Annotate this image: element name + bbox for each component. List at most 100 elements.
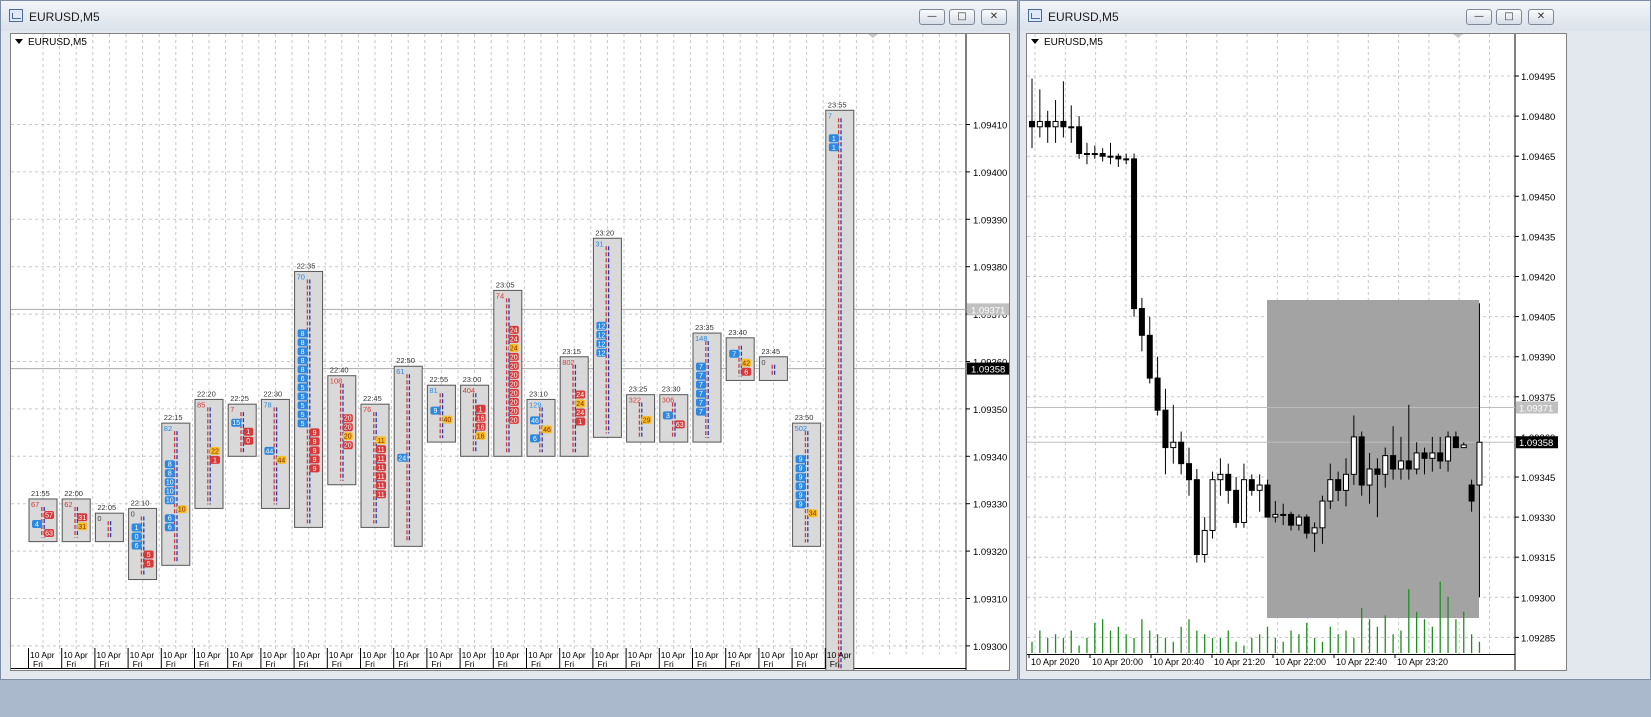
- footprint-cluster[interactable]: 23:10 129 46 46 6: [526, 389, 556, 457]
- candle[interactable]: [1076, 116, 1083, 159]
- cluster-volume-label: 67: [31, 500, 39, 509]
- cluster-cell-value: 12: [598, 332, 606, 339]
- cluster-cell-value: 5: [301, 394, 305, 401]
- cluster-cell-value: 1: [246, 429, 250, 436]
- footprint-cluster[interactable]: 22:25 7 15 1 0: [227, 394, 257, 457]
- candle[interactable]: [1099, 148, 1106, 162]
- left-titlebar[interactable]: EURUSD,M5 — □ ✕: [1, 1, 1017, 31]
- cluster-cell-value: 1: [578, 419, 582, 426]
- candle[interactable]: [1256, 474, 1263, 512]
- footprint-cluster[interactable]: 23:35 148 7 7 7 7 7 7: [692, 323, 722, 443]
- candle[interactable]: [1225, 463, 1232, 504]
- candlestick-chart-canvas[interactable]: 1.09495 1.09480 1.09465 1.09450 1.09435 1.094…: [1027, 34, 1567, 671]
- candle[interactable]: [1115, 153, 1122, 167]
- candle[interactable]: [1186, 447, 1192, 496]
- footprint-cluster[interactable]: 22:20 85 22 1: [194, 389, 224, 509]
- candle[interactable]: [1068, 105, 1075, 143]
- symbol-menu[interactable]: EURUSD,M5: [15, 37, 87, 48]
- footprint-cluster[interactable]: 22:15 82 8 8 10 10 10 10 6 6: [161, 413, 191, 566]
- cluster-volume-label: 78: [263, 400, 271, 409]
- candle[interactable]: [1264, 479, 1271, 518]
- cluster-volume-label: 148: [695, 334, 708, 343]
- right-titlebar[interactable]: EURUSD,M5 — □ ✕: [1020, 1, 1650, 31]
- footprint-cluster[interactable]: 23:30 306 3 63: [659, 385, 689, 443]
- chart-shift-marker[interactable]: [868, 34, 878, 38]
- candle[interactable]: [1248, 474, 1255, 496]
- candle[interactable]: [1162, 388, 1169, 475]
- candle[interactable]: [1107, 142, 1114, 165]
- candle[interactable]: [1146, 316, 1153, 384]
- candle[interactable]: [1138, 297, 1145, 352]
- candle[interactable]: [1083, 142, 1090, 165]
- cluster-cell-value: 20: [344, 443, 352, 450]
- footprint-cluster[interactable]: 23:20 31 12 12 12 12: [592, 228, 622, 438]
- cluster-chart-canvas[interactable]: 1.094101.094001.093901.093801.093701.093…: [11, 34, 1010, 671]
- maximize-button[interactable]: □: [949, 9, 975, 25]
- candle[interactable]: [1209, 471, 1216, 539]
- cluster-time-label: 22:40: [330, 366, 349, 375]
- candle[interactable]: [1131, 153, 1138, 317]
- symbol-menu[interactable]: EURUSD,M5: [1031, 37, 1103, 48]
- footprint-cluster[interactable]: 22:30 78 44 44: [260, 389, 290, 509]
- right-chart-window[interactable]: EURUSD,M5 — □ ✕ 1.09495 1.09480 1.09465 1.0…: [1019, 0, 1651, 680]
- cluster-time-label: 22:45: [363, 394, 382, 403]
- footprint-cluster[interactable]: 23:45 0: [758, 347, 788, 381]
- footprint-cluster[interactable]: 23:40 7 42 6: [725, 328, 755, 381]
- footprint-cluster[interactable]: 22:45 76 11 11 11 11 11 11 11: [360, 394, 390, 528]
- time-axis-day-label: Fri: [299, 659, 309, 669]
- candle[interactable]: [1036, 89, 1043, 138]
- cluster-volume-label: 7: [230, 405, 234, 414]
- footprint-cluster[interactable]: 21:55 67 57 4 63: [28, 489, 58, 543]
- dropdown-arrow-icon[interactable]: [15, 39, 23, 44]
- candle[interactable]: [1052, 100, 1059, 143]
- candle[interactable]: [1029, 78, 1035, 149]
- maximize-button[interactable]: □: [1496, 9, 1522, 25]
- footprint-cluster[interactable]: 22:50 61 24: [393, 356, 423, 547]
- footprint-cluster[interactable]: 22:55 81 9 40: [426, 375, 456, 443]
- candle-body: [1083, 153, 1090, 156]
- minimize-button[interactable]: —: [1466, 9, 1492, 25]
- cluster-chart[interactable]: 1.09410 1.09400 1.09390 1.09380 1.09370 1.093…: [10, 33, 1010, 671]
- candle-body: [1178, 441, 1185, 465]
- candle[interactable]: [1201, 517, 1208, 563]
- time-axis-day-label: Fri: [564, 659, 574, 669]
- dropdown-arrow-icon[interactable]: [1031, 39, 1039, 44]
- footprint-cluster[interactable]: 23:15 802 24 24 24 1: [559, 347, 589, 457]
- cluster-cell-value: 5: [147, 552, 151, 559]
- left-chart-window[interactable]: EURUSD,M5 — □ ✕ 1.09410 1.09400 1.09390 1.0…: [0, 0, 1018, 680]
- candle[interactable]: [1170, 404, 1177, 464]
- candle[interactable]: [1123, 153, 1130, 165]
- footprint-cluster[interactable]: 22:05 0: [94, 503, 124, 543]
- candle[interactable]: [1044, 110, 1051, 143]
- candlestick-chart[interactable]: 1.09495 1.09480 1.09465 1.09450 1.09435 1.094…: [1026, 33, 1567, 671]
- candle[interactable]: [1233, 477, 1240, 528]
- footprint-cluster[interactable]: 23:25 322 29: [626, 385, 656, 443]
- cluster-cell-value: 9: [313, 439, 317, 446]
- price-axis-label: 1.09480: [1521, 112, 1555, 123]
- close-button[interactable]: ✕: [1528, 9, 1554, 25]
- close-button[interactable]: ✕: [981, 9, 1007, 25]
- cluster-volume-label: 70: [297, 272, 305, 281]
- footprint-cluster[interactable]: 22:40 108 20 20 20 20: [327, 366, 357, 486]
- candle[interactable]: [1091, 145, 1098, 159]
- candle[interactable]: [1193, 468, 1200, 563]
- cluster-cell-value: 22: [211, 448, 219, 455]
- candle-body: [1280, 513, 1287, 516]
- cluster-cell-value: 8: [168, 462, 172, 469]
- footprint-cluster[interactable]: 23:00 404 1 16 16 16: [460, 375, 490, 457]
- footprint-cluster[interactable]: 23:55 7 1 1: [825, 100, 855, 671]
- footprint-cluster[interactable]: 22:35 70 8 8 8 8 8 6 5 5 5 5 5 9 9 9 9 9: [294, 261, 324, 528]
- footprint-cluster[interactable]: 23:50 502 9 9 9 9 9 9 34: [792, 413, 822, 547]
- candle-body: [1335, 479, 1342, 491]
- cluster-cell-value: 29: [643, 417, 651, 424]
- candle-body: [1248, 479, 1255, 491]
- candle[interactable]: [1217, 458, 1224, 496]
- candle[interactable]: [1178, 431, 1185, 475]
- footprint-cluster[interactable]: 23:05 74 24 24 24 20 20 20 20 20 20 20 20: [493, 280, 523, 457]
- chart-shift-marker[interactable]: [1453, 34, 1463, 38]
- cluster-bar[interactable]: [825, 109, 855, 671]
- candle[interactable]: [1240, 463, 1247, 528]
- minimize-button[interactable]: —: [919, 9, 945, 25]
- footprint-cluster[interactable]: 22:00 62 31 31: [61, 489, 91, 543]
- footprint-cluster[interactable]: 22:10010655: [128, 498, 158, 581]
